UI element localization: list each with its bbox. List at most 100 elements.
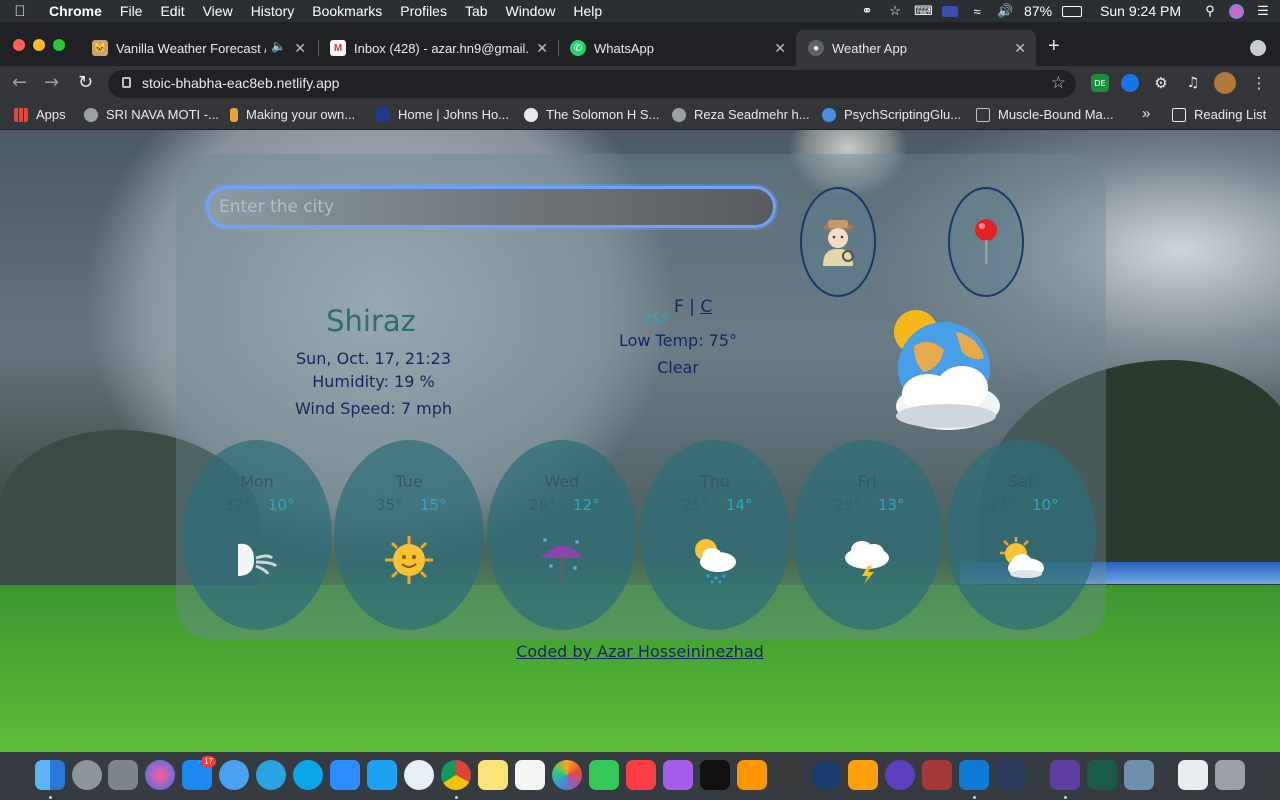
telegram-icon[interactable]	[256, 760, 286, 790]
search-city-button[interactable]	[800, 187, 876, 297]
menu-bookmarks[interactable]: Bookmarks	[303, 3, 391, 19]
celsius-link[interactable]: C	[700, 297, 712, 317]
tab-vanilla-weather[interactable]: 🐱 Vanilla Weather Forecast / 🔈 ✕	[80, 33, 316, 63]
edge-extension-icon[interactable]	[1121, 74, 1139, 92]
puzzle-extensions-icon[interactable]: ⚙	[1152, 74, 1170, 92]
skype-icon[interactable]	[293, 760, 323, 790]
chrome-menu-icon[interactable]: ⋮	[1250, 74, 1268, 92]
menu-tab[interactable]: Tab	[456, 3, 497, 19]
star-icon[interactable]: ☆	[886, 3, 904, 19]
profile-avatar[interactable]	[1214, 72, 1236, 94]
tab-gmail-inbox[interactable]: M Inbox (428) - azar.hn9@gmail. ✕	[318, 33, 558, 63]
messenger-icon[interactable]	[219, 760, 249, 790]
bookmark-apps[interactable]: Apps	[14, 107, 66, 122]
bookmark-item[interactable]: The Solomon H S...	[524, 107, 659, 122]
bookmarks-overflow-button[interactable]: »	[1142, 105, 1150, 122]
tab-whatsapp[interactable]: ✆ WhatsApp ✕	[558, 33, 796, 63]
twitter-icon[interactable]	[367, 760, 397, 790]
author-credit-link[interactable]: Coded by Azar Hosseininezhad	[0, 642, 1280, 661]
lock-icon[interactable]	[122, 77, 131, 88]
apps-grid-icon	[14, 107, 28, 122]
menu-file[interactable]: File	[111, 3, 152, 19]
translate-extension-icon[interactable]: DE	[1091, 74, 1109, 92]
chrome-icon[interactable]	[441, 760, 471, 790]
city-search-input[interactable]	[206, 186, 776, 228]
system-preferences-icon[interactable]	[108, 760, 138, 790]
bookmark-item[interactable]: Home | Johns Ho...	[376, 107, 509, 122]
sourcetree-icon[interactable]	[1087, 760, 1117, 790]
photos-icon[interactable]	[552, 760, 582, 790]
purple-app-icon[interactable]	[885, 760, 915, 790]
siri-icon[interactable]	[1229, 3, 1244, 19]
menu-app-name[interactable]: Chrome	[40, 3, 111, 19]
safari-icon[interactable]	[404, 760, 434, 790]
tab-search-icon[interactable]	[1250, 40, 1266, 56]
address-bar[interactable]: stoic-bhabha-eac8eb.netlify.app ☆	[108, 70, 1076, 98]
facetime-icon[interactable]	[589, 760, 619, 790]
vscode-icon[interactable]	[959, 760, 989, 790]
close-tab-icon[interactable]: ✕	[774, 40, 786, 57]
reading-list-button[interactable]: Reading List	[1172, 107, 1266, 122]
books-icon[interactable]	[737, 760, 767, 790]
spotlight-search-icon[interactable]: ⚲	[1201, 3, 1219, 19]
menu-profiles[interactable]: Profiles	[391, 3, 456, 19]
tab-weather-app[interactable]: ● Weather App ✕	[796, 30, 1036, 66]
volume-icon[interactable]: 🔊	[996, 3, 1014, 19]
menu-window[interactable]: Window	[497, 3, 565, 19]
bookmark-item[interactable]: Muscle-Bound Ma...	[976, 107, 1114, 122]
menu-history[interactable]: History	[242, 3, 304, 19]
bookmark-item[interactable]: PsychScriptingGlu...	[822, 107, 961, 122]
bookmark-label: The Solomon H S...	[546, 107, 660, 122]
creative-cloud-icon[interactable]: ⚭	[858, 3, 876, 19]
close-tab-icon[interactable]: ✕	[294, 40, 306, 57]
zoom-icon[interactable]	[330, 760, 360, 790]
document-icon[interactable]	[1178, 760, 1208, 790]
menu-edit[interactable]: Edit	[151, 3, 193, 19]
current-location-button[interactable]	[948, 187, 1024, 297]
close-tab-icon[interactable]: ✕	[536, 40, 548, 57]
bookmark-item[interactable]: Making your own...	[230, 107, 355, 122]
control-center-icon[interactable]: ☰	[1254, 3, 1272, 19]
bookmark-item[interactable]: Reza Seadmehr h...	[672, 107, 810, 122]
dictionary-icon[interactable]	[922, 760, 952, 790]
pages-icon[interactable]	[848, 760, 878, 790]
menu-view[interactable]: View	[194, 3, 242, 19]
clock[interactable]: Sun 9:24 PM	[1100, 3, 1181, 19]
battery-icon[interactable]	[1062, 5, 1083, 17]
app-store-icon[interactable]: 17	[182, 756, 216, 790]
zoom-window-button[interactable]	[53, 39, 65, 51]
bookmark-star-icon[interactable]: ☆	[1051, 73, 1066, 93]
reload-icon[interactable]: ↻	[78, 72, 93, 93]
sun-behind-cloud-icon	[1000, 537, 1044, 578]
launchpad-icon[interactable]	[72, 760, 102, 790]
github-desktop-icon[interactable]	[1050, 760, 1080, 790]
wifi-icon[interactable]: ≈	[968, 4, 986, 19]
fahrenheit-link[interactable]: F	[674, 297, 684, 317]
notes-icon[interactable]	[478, 760, 508, 790]
speaker-icon[interactable]: 🔈	[271, 39, 286, 53]
apple-icon[interactable]: 	[0, 3, 40, 20]
preview-icon[interactable]	[1124, 760, 1154, 790]
podcasts-icon[interactable]	[663, 760, 693, 790]
cat-app-icon[interactable]	[996, 760, 1026, 790]
close-tab-icon[interactable]: ✕	[1014, 40, 1026, 57]
flag-icon[interactable]	[942, 5, 959, 17]
new-tab-icon[interactable]: +	[1048, 35, 1060, 58]
quicktime-icon[interactable]	[774, 760, 804, 790]
close-window-button[interactable]	[13, 39, 25, 51]
minimize-window-button[interactable]	[33, 39, 45, 51]
siri-icon[interactable]	[145, 760, 175, 790]
forward-icon[interactable]: →	[44, 72, 59, 93]
media-player-icon[interactable]	[811, 760, 841, 790]
music-icon[interactable]	[626, 760, 656, 790]
trash-icon[interactable]	[1215, 760, 1245, 790]
apple-tv-icon[interactable]	[700, 760, 730, 790]
media-control-icon[interactable]: ♫	[1184, 74, 1202, 92]
forecast-day: Fri 23° 13°	[792, 440, 942, 630]
menu-help[interactable]: Help	[564, 3, 611, 19]
bookmark-item[interactable]: SRI NAVA MOTI -...	[84, 107, 219, 122]
back-icon[interactable]: ←	[12, 72, 27, 93]
finder-icon[interactable]	[35, 760, 65, 790]
reminders-icon[interactable]	[515, 760, 545, 790]
keyboard-icon[interactable]: ⌨	[914, 3, 933, 19]
